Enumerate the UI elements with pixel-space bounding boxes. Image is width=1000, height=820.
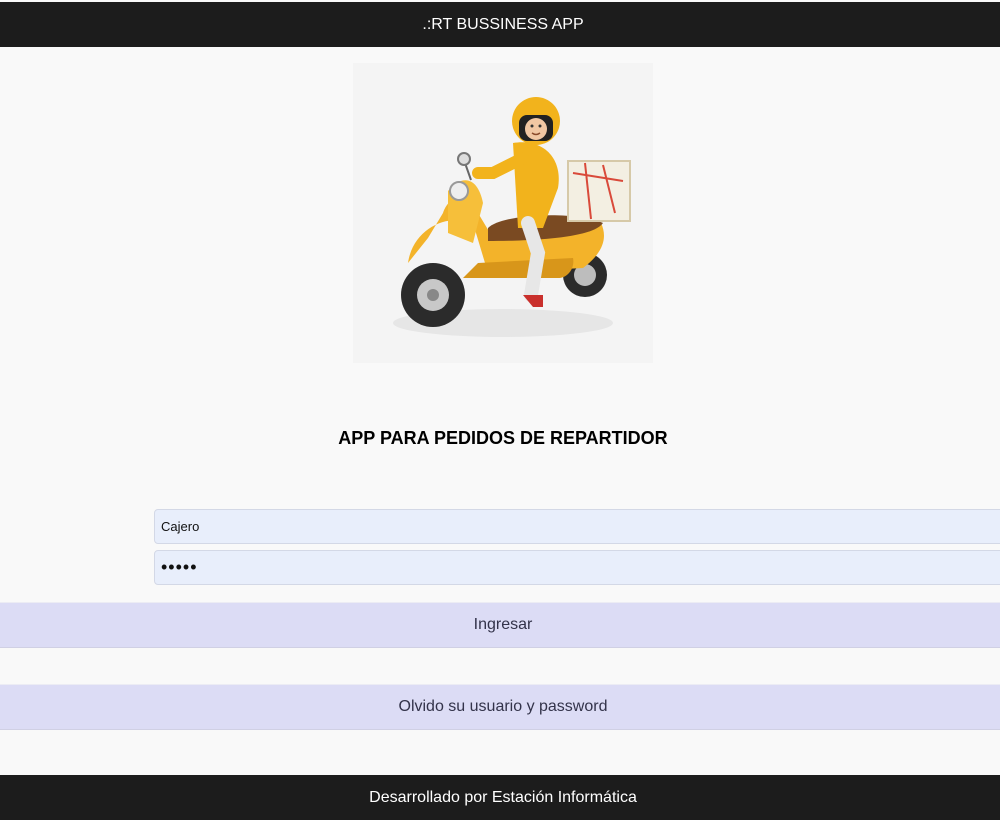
login-button[interactable]: Ingresar bbox=[0, 602, 1000, 648]
scooter-rider-image bbox=[393, 97, 631, 337]
forgot-credentials-button[interactable]: Olvido su usuario y password bbox=[0, 684, 1000, 730]
delivery-illustration bbox=[353, 63, 653, 363]
login-button-label: Ingresar bbox=[473, 616, 533, 633]
header-bar: .:RT BUSSINESS APP bbox=[0, 2, 1000, 47]
page-title: APP PARA PEDIDOS DE REPARTIDOR bbox=[338, 428, 668, 448]
app-title-header: .:RT BUSSINESS APP bbox=[422, 15, 584, 33]
username-field[interactable] bbox=[154, 509, 1000, 544]
footer-bar: Desarrollado por Estación Informática bbox=[0, 775, 1000, 820]
forgot-credentials-label: Olvido su usuario y password bbox=[398, 698, 608, 715]
password-field[interactable] bbox=[154, 550, 1000, 585]
footer-credit: Desarrollado por Estación Informática bbox=[369, 788, 637, 806]
